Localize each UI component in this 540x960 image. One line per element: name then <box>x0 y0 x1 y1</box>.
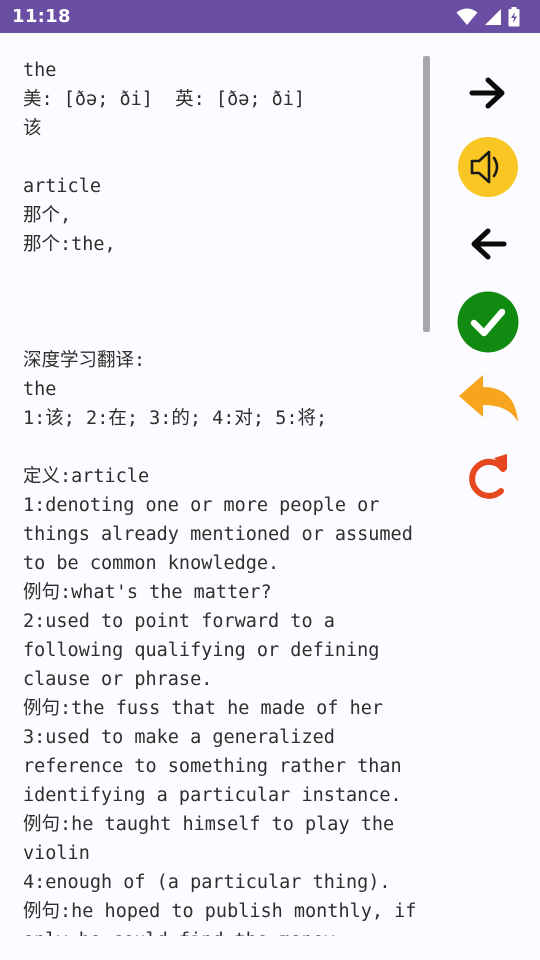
undo-arrow-icon <box>455 370 521 430</box>
definition-line: 美: [ðə; ði] 英: [ðə; ði] <box>23 89 306 110</box>
status-icons <box>456 6 520 27</box>
definition-line: clause or phrase. <box>23 669 213 690</box>
definition-line: 3:used to make a generalized <box>23 727 335 748</box>
battery-charging-icon <box>508 6 520 27</box>
scrollbar[interactable] <box>423 56 430 936</box>
definition-line: 例句:he taught himself to play the <box>23 814 395 835</box>
arrow-right-icon <box>468 75 508 111</box>
definition-line <box>23 143 418 172</box>
status-time: 11:18 <box>12 6 71 27</box>
definition-line: identifying a particular instance. <box>23 785 402 806</box>
definition-line: 例句:the fuss that he made of her <box>23 698 384 719</box>
definition-text-area[interactable]: the 美: [ðə; ði] 英: [ðə; ði] 该 article 那个, 那个:… <box>23 56 418 936</box>
definition-line: violin <box>23 843 90 864</box>
definition-line: the <box>23 379 57 400</box>
definition-line: 2:used to point forward to a <box>23 611 335 632</box>
definition-line: 该 <box>23 118 42 139</box>
signal-icon <box>484 8 502 26</box>
definition-line: 1:denoting one or more people or <box>23 495 380 516</box>
redo-circular-arrow-icon <box>463 449 513 505</box>
scrollbar-thumb[interactable] <box>423 56 430 332</box>
definition-line <box>23 288 418 317</box>
definition-line: 深度学习翻译: <box>23 350 146 371</box>
status-bar: 11:18 <box>0 0 540 33</box>
definition-line: 例句:what's the matter? <box>23 582 272 603</box>
speak-button[interactable] <box>452 134 524 200</box>
definition-line: 定义:article <box>23 466 150 487</box>
definition-line: to be common knowledge. <box>23 553 280 574</box>
definition-line: following qualifying or defining <box>23 640 380 661</box>
next-button[interactable] <box>452 60 524 126</box>
definition-line: things already mentioned or assumed <box>23 524 413 545</box>
checkmark-icon <box>457 291 519 353</box>
mark-known-button[interactable] <box>452 289 524 355</box>
definition-line <box>23 259 418 288</box>
definition-line: 例句:he hoped to publish monthly, if <box>23 901 417 922</box>
definition-line: 4:enough of (a particular thing). <box>23 872 391 893</box>
definition-line: the <box>23 60 57 81</box>
definition-line: 那个:the, <box>23 234 116 255</box>
definition-line: only he could find the money <box>23 926 418 936</box>
arrow-left-icon <box>468 226 508 262</box>
definition-line: article <box>23 176 101 197</box>
previous-button[interactable] <box>452 211 524 277</box>
refresh-button[interactable] <box>452 444 524 510</box>
speaker-icon <box>457 136 519 198</box>
definition-line: 那个, <box>23 205 72 226</box>
definition-line <box>23 317 418 346</box>
undo-button[interactable] <box>452 367 524 433</box>
definition-line <box>23 433 418 462</box>
wifi-icon <box>456 8 478 26</box>
definition-line: reference to something rather than <box>23 756 402 777</box>
definition-line: 1:该; 2:在; 3:的; 4:对; 5:将; <box>23 408 328 429</box>
